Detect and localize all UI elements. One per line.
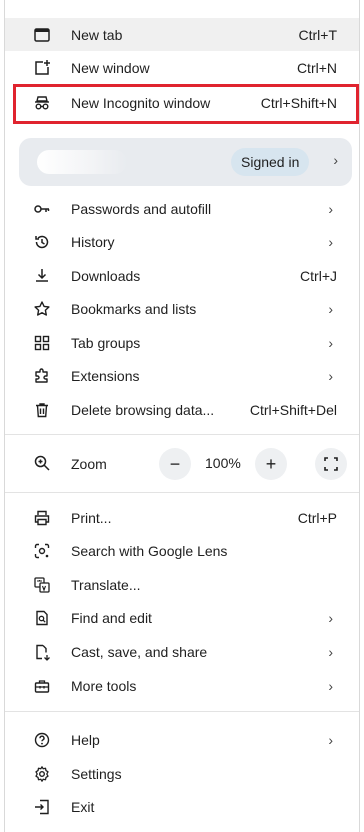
menu-item-cast-save-share[interactable]: Cast, save, and share ›: [5, 635, 359, 668]
menu-item-translate[interactable]: Translate...: [5, 568, 359, 601]
menu-item-label: Tab groups: [71, 334, 141, 351]
menu-item-help[interactable]: Help ›: [5, 723, 359, 756]
menu-item-shortcut: Ctrl+T: [298, 26, 338, 43]
chevron-right-icon: ›: [328, 643, 333, 660]
menu-item-label: Extensions: [71, 367, 140, 384]
key-icon: [33, 200, 51, 218]
zoom-row: Zoom − 100% +: [5, 444, 359, 484]
menu-item-bookmarks[interactable]: Bookmarks and lists ›: [5, 292, 359, 325]
menu-item-label: Translate...: [71, 576, 141, 593]
chevron-right-icon: ›: [333, 152, 338, 168]
new-tab-icon: [33, 26, 51, 44]
fullscreen-button[interactable]: [315, 448, 347, 480]
chevron-right-icon: ›: [328, 233, 333, 250]
divider: [5, 434, 359, 435]
menu-item-google-lens[interactable]: Search with Google Lens: [5, 534, 359, 567]
new-window-icon: [33, 59, 51, 77]
menu-item-shortcut: Ctrl+N: [296, 59, 337, 76]
find-icon: [33, 609, 51, 627]
exit-icon: [33, 798, 51, 816]
trash-icon: [33, 401, 51, 419]
menu-item-label: Exit: [71, 798, 95, 815]
menu-item-label: Bookmarks and lists: [71, 300, 197, 317]
download-icon: [33, 267, 51, 285]
translate-icon: [33, 576, 51, 594]
history-icon: [33, 233, 51, 251]
divider: [5, 711, 359, 712]
chevron-right-icon: ›: [328, 200, 333, 217]
menu-item-more-tools[interactable]: More tools ›: [5, 669, 359, 702]
zoom-out-button[interactable]: −: [159, 448, 191, 480]
menu-item-label: Delete browsing data...: [71, 401, 215, 418]
menu-item-label: History: [71, 233, 115, 250]
gear-icon: [33, 765, 51, 783]
profile-row[interactable]: Signed in ›: [19, 138, 352, 186]
highlight-box: [13, 84, 359, 124]
chevron-right-icon: ›: [328, 300, 333, 317]
fullscreen-icon: [324, 457, 338, 471]
menu-item-new-tab[interactable]: New tab Ctrl+T: [5, 18, 359, 51]
menu-item-label: New tab: [71, 26, 123, 43]
menu-item-shortcut: Ctrl+J: [300, 267, 337, 284]
signed-in-badge: Signed in: [231, 148, 310, 176]
chevron-right-icon: ›: [328, 731, 333, 748]
menu-item-label: Downloads: [71, 267, 141, 284]
menu-item-exit[interactable]: Exit: [5, 790, 359, 823]
tab-groups-icon: [33, 334, 51, 352]
menu-item-shortcut: Ctrl+Shift+Del: [249, 401, 337, 418]
menu-item-tab-groups[interactable]: Tab groups ›: [5, 326, 359, 359]
help-icon: [33, 731, 51, 749]
menu-item-delete-browsing-data[interactable]: Delete browsing data... Ctrl+Shift+Del: [5, 393, 359, 426]
menu-item-label: Cast, save, and share: [71, 643, 208, 660]
chevron-right-icon: ›: [328, 334, 333, 351]
print-icon: [33, 509, 51, 527]
zoom-icon: [33, 454, 51, 472]
chevron-right-icon: ›: [328, 677, 333, 694]
menu-item-label: Print...: [71, 509, 112, 526]
divider: [5, 492, 359, 493]
menu-item-shortcut: Ctrl+P: [297, 509, 337, 526]
menu-item-passwords[interactable]: Passwords and autofill ›: [5, 192, 359, 225]
menu-item-downloads[interactable]: Downloads Ctrl+J: [5, 259, 359, 292]
zoom-label: Zoom: [71, 456, 107, 472]
menu-item-label: Help: [71, 731, 100, 748]
zoom-level: 100%: [205, 455, 241, 471]
cast-icon: [33, 643, 51, 661]
chevron-right-icon: ›: [328, 609, 333, 626]
profile-name-redacted: [37, 150, 127, 174]
menu-item-label: New window: [71, 59, 150, 76]
lens-icon: [33, 542, 51, 560]
menu-item-new-window[interactable]: New window Ctrl+N: [5, 51, 359, 84]
menu-item-settings[interactable]: Settings: [5, 757, 359, 790]
puzzle-icon: [33, 367, 51, 385]
menu-item-label: Settings: [71, 765, 122, 782]
menu-item-history[interactable]: History ›: [5, 225, 359, 258]
chevron-right-icon: ›: [328, 367, 333, 384]
menu-item-find-and-edit[interactable]: Find and edit ›: [5, 601, 359, 634]
star-icon: [33, 300, 51, 318]
browser-menu: New tab Ctrl+T New window Ctrl+N New Inc…: [4, 0, 360, 832]
menu-item-print[interactable]: Print... Ctrl+P: [5, 501, 359, 534]
zoom-in-button[interactable]: +: [255, 448, 287, 480]
toolbox-icon: [33, 677, 51, 695]
menu-item-label: More tools: [71, 677, 137, 694]
menu-item-label: Passwords and autofill: [71, 200, 212, 217]
menu-item-label: Search with Google Lens: [71, 542, 228, 559]
menu-item-label: Find and edit: [71, 609, 152, 626]
menu-item-extensions[interactable]: Extensions ›: [5, 359, 359, 392]
